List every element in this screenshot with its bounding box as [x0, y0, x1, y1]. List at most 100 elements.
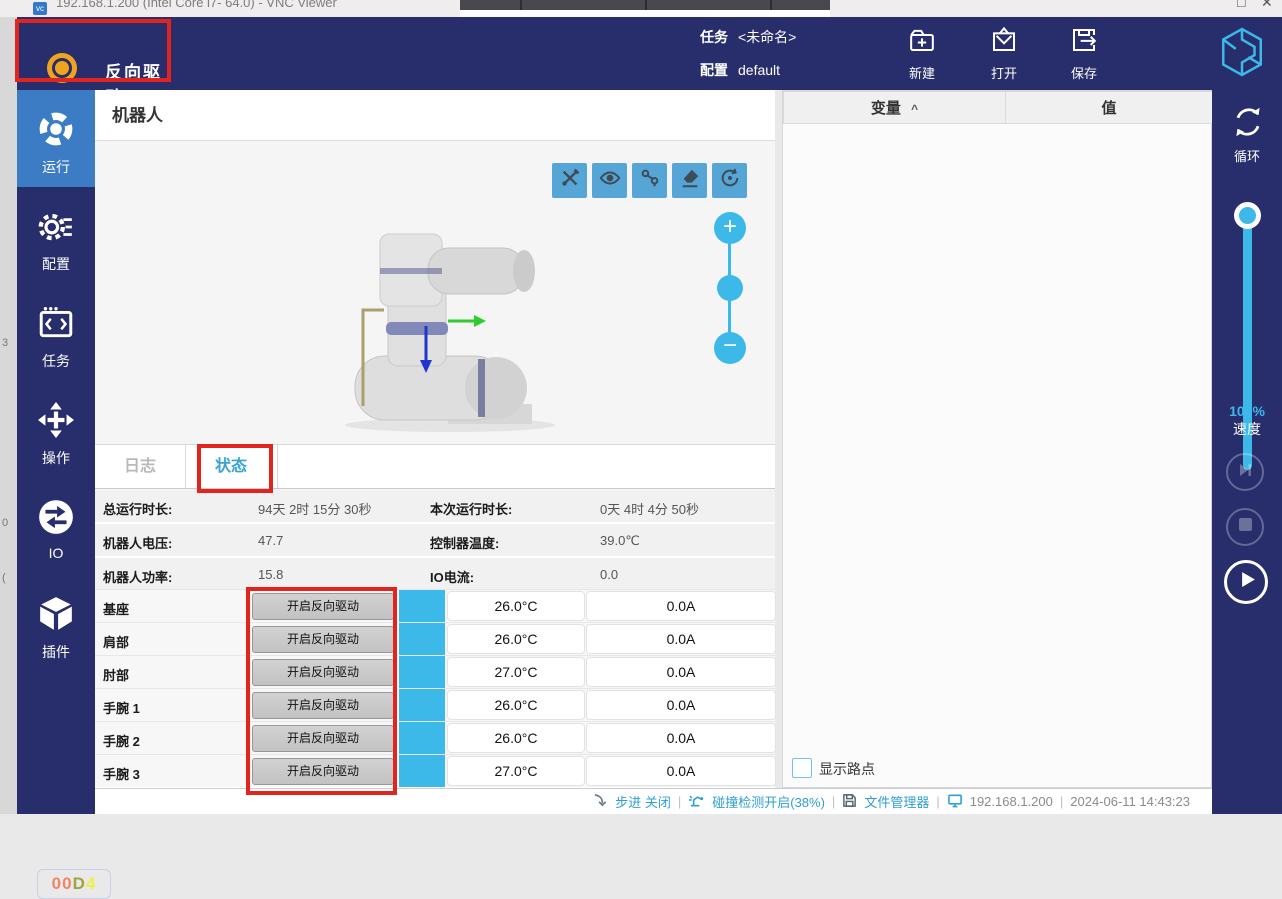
joint-current: 0.0A: [586, 690, 776, 720]
gear-icon: [37, 232, 75, 249]
play-icon: [1240, 571, 1257, 593]
scene-tools-button[interactable]: [552, 163, 587, 198]
speed-percent: 100%: [1212, 403, 1282, 419]
new-task-button[interactable]: 新建: [887, 25, 957, 82]
vnc-toolbar-strip[interactable]: [460, 0, 830, 10]
info-value: 94天 2时 15分 30秒: [258, 499, 371, 518]
back-drive-button[interactable]: 反向驱动: [17, 17, 177, 83]
info-label: 机器人功率:: [103, 567, 172, 586]
zoom-out-button[interactable]: −: [714, 332, 746, 364]
sidebar-item-label: 配置: [17, 254, 95, 274]
config-name: 配置default: [700, 60, 780, 80]
sidebar-item-task[interactable]: 任务: [17, 284, 95, 381]
file-manager-link[interactable]: 文件管理器: [864, 792, 929, 811]
enable-backdrive-button[interactable]: 开启反向驱动: [252, 692, 394, 719]
network-monitor-icon: [947, 793, 963, 811]
joint-load-bar: [399, 656, 445, 688]
sidebar-item-plugin[interactable]: 插件: [17, 575, 95, 672]
info-label: 本次运行时长:: [430, 499, 512, 518]
open-task-button[interactable]: 打开: [969, 25, 1039, 82]
zoom-slider-handle[interactable]: [717, 275, 743, 301]
speed-slider-handle[interactable]: [1234, 202, 1261, 229]
enable-backdrive-button[interactable]: 开启反向驱动: [252, 659, 394, 686]
step-mode-status[interactable]: 步进 关闭: [615, 792, 671, 811]
status-bar: 步进 关闭 | 碰撞检测开启(38%) | 文件管理器 | 192.168.1.…: [95, 788, 1212, 814]
cube-icon: [37, 620, 75, 637]
save-task-button[interactable]: 保存: [1049, 25, 1119, 82]
joint-load-bar: [399, 722, 445, 754]
sidebar-item-run[interactable]: 运行: [17, 90, 95, 187]
show-waypoints-checkbox[interactable]: [792, 758, 812, 778]
new-task-label: 新建: [887, 63, 957, 82]
enable-backdrive-button[interactable]: 开启反向驱动: [252, 593, 394, 620]
separator: |: [1060, 794, 1063, 809]
waypoints-icon: [639, 167, 661, 194]
sidebar-item-config[interactable]: 配置: [17, 187, 95, 284]
joint-name: 肩部: [103, 632, 129, 651]
sidebar-item-label: IO: [17, 545, 95, 561]
info-value: 0.0: [600, 567, 618, 582]
play-button[interactable]: [1224, 560, 1268, 604]
column-header-variable[interactable]: 变量 ^: [783, 91, 1006, 124]
collision-detect-status[interactable]: 碰撞检测开启(38%): [712, 792, 825, 811]
tab-log[interactable]: 日志: [95, 445, 186, 488]
loop-icon[interactable]: [1229, 103, 1267, 146]
app-header: 反向驱动 任务<未命名> 配置default 新建 打开 保存: [17, 17, 1282, 90]
joint-load-bar: [399, 590, 445, 622]
joint-name: 手腕 3: [103, 764, 140, 783]
robot-ip-address: 192.168.1.200: [970, 794, 1053, 809]
visibility-button[interactable]: [592, 163, 627, 198]
robot-3d-model: [300, 226, 580, 441]
reset-view-icon: [719, 167, 741, 194]
erase-button[interactable]: [672, 163, 707, 198]
separator: |: [832, 794, 835, 809]
code-window-icon: [37, 329, 75, 346]
step-forward-button[interactable]: [1226, 453, 1264, 491]
io-arrows-icon: [37, 523, 75, 540]
joint-temperature: 26.0°C: [447, 591, 585, 621]
info-row-power: 机器人功率: 15.8 IO电流: 0.0: [95, 558, 775, 590]
open-file-icon: [989, 42, 1019, 59]
joint-load-bar: [399, 689, 445, 721]
info-label: 控制器温度:: [430, 533, 499, 552]
column-header-value[interactable]: 值: [1005, 91, 1213, 124]
enable-backdrive-button[interactable]: 开启反向驱动: [252, 725, 394, 752]
stop-icon: [1239, 518, 1252, 536]
back-drive-icon: [47, 53, 77, 83]
new-file-icon: [907, 42, 937, 59]
separator: |: [678, 794, 681, 809]
joint-row-shoulder: 肩部 开启反向驱动 26.0°C 0.0A: [95, 622, 775, 655]
info-label: IO电流:: [430, 567, 474, 586]
sidebar-item-label: 任务: [17, 351, 95, 371]
joint-current: 0.0A: [586, 756, 776, 786]
reset-view-button[interactable]: [712, 163, 747, 198]
enable-backdrive-button[interactable]: 开启反向驱动: [252, 626, 394, 653]
stop-button[interactable]: [1226, 508, 1264, 546]
joint-temperature: 27.0°C: [447, 657, 585, 687]
joint-row-wrist1: 手腕 1 开启反向驱动 26.0°C 0.0A: [95, 688, 775, 721]
zoom-in-button[interactable]: +: [714, 212, 746, 244]
robot-main-panel: 机器人: [95, 90, 775, 788]
vnc-app-icon: vc: [33, 2, 47, 15]
run-icon: [37, 135, 75, 152]
run-control-sidebar: 循环 100% 速度: [1212, 90, 1282, 814]
desktop-edge-strip: 3 0 (: [0, 17, 17, 814]
sidebar-item-label: 运行: [17, 157, 95, 177]
sidebar-item-io[interactable]: IO: [17, 478, 95, 575]
eye-icon: [599, 167, 621, 194]
maximize-button[interactable]: □: [1237, 0, 1245, 10]
enable-backdrive-button[interactable]: 开启反向驱动: [252, 758, 394, 785]
joint-load-bar: [399, 623, 445, 655]
joint-temperature: 26.0°C: [447, 690, 585, 720]
close-button[interactable]: ✕: [1261, 0, 1273, 11]
vnc-window-title: 192.168.1.200 (Intel Core i7- 64.0) - VN…: [56, 0, 337, 10]
tab-status[interactable]: 状态: [185, 445, 278, 488]
info-value: 0天 4时 4分 50秒: [600, 499, 699, 518]
config-label: 配置: [700, 62, 728, 78]
info-label: 总运行时长:: [103, 499, 172, 518]
waypoints-button[interactable]: [632, 163, 667, 198]
task-name: 任务<未命名>: [700, 27, 796, 47]
joint-name: 手腕 1: [103, 698, 140, 717]
sidebar-item-operate[interactable]: 操作: [17, 381, 95, 478]
vnc-toolbar-edge: [460, 10, 830, 17]
